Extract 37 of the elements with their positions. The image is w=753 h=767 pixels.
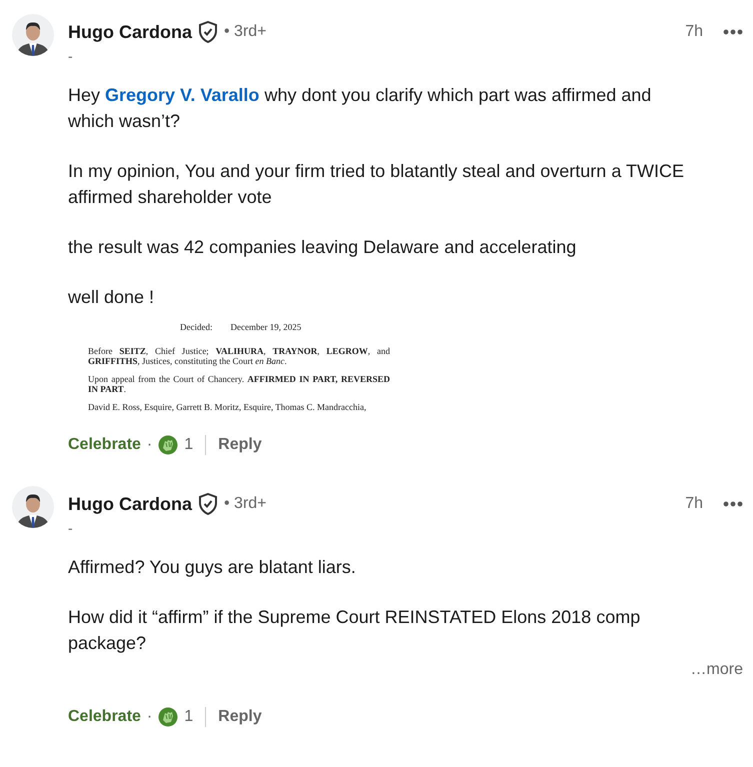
shield-check-icon	[198, 493, 218, 515]
connection-degree: • 3rd+	[224, 494, 267, 514]
timestamp: 7h	[685, 494, 703, 514]
reaction-count: 1	[184, 435, 194, 455]
more-options-icon[interactable]	[723, 29, 743, 35]
more-options-icon[interactable]	[723, 501, 743, 507]
comment-text: In my opinion, You and your firm tried to blatantly steal and overturn a TWICE affirmed shareholder vote	[68, 160, 685, 209]
comment-text: well done !	[68, 286, 156, 309]
celebrate-button[interactable]: Celebrate	[68, 433, 141, 457]
headline: -	[68, 522, 74, 534]
document-text: Upon appeal from the Court of Chancery. AFFIRMED IN PART, REVERSED IN PART.	[88, 374, 390, 394]
comment-text: How did it “affirm” if the Supreme Court REINSTATED Elons 2018 comp package?	[68, 606, 642, 655]
see-more-link[interactable]: …more	[690, 661, 743, 678]
decided-label: Decided:	[180, 322, 212, 332]
avatar[interactable]	[12, 486, 54, 528]
comment-text: Affirmed? You guys are blatant liars.	[68, 556, 357, 579]
headline: -	[68, 50, 74, 62]
celebrate-button[interactable]: Celebrate	[68, 705, 141, 729]
document-text: David E. Ross, Esquire, Garrett B. Moritz, Esquire, Thomas C. Mandracchia,	[88, 402, 368, 412]
reply-button[interactable]: Reply	[218, 705, 262, 729]
author-name[interactable]: Hugo Cardona	[68, 18, 192, 46]
reply-button[interactable]: Reply	[218, 433, 262, 457]
document-text: Before SEITZ, Chief Justice; VALIHURA, TRAYNOR, LEGROW, and GRIFFITHS, Justices, constituting the Court en Banc.	[88, 346, 390, 366]
separator-dot: ·	[146, 435, 152, 455]
celebrate-reaction-icon	[158, 435, 178, 455]
timestamp: 7h	[685, 22, 703, 42]
shield-check-icon	[198, 21, 218, 43]
comment-text: Hey Gregory V. Varallo why dont you clarify which part was affirmed and which wasn’t?	[68, 84, 652, 133]
celebrate-reaction-icon	[158, 707, 178, 727]
author-name[interactable]: Hugo Cardona	[68, 490, 192, 518]
decided-date: December 19, 2025	[230, 322, 302, 332]
avatar[interactable]	[12, 14, 54, 56]
reaction-count: 1	[184, 707, 194, 727]
mention-link[interactable]: Gregory V. Varallo	[105, 85, 260, 105]
connection-degree: • 3rd+	[224, 22, 267, 42]
comment-text: the result was 42 companies leaving Delaware and accelerating	[68, 236, 578, 259]
separator-dot: ·	[146, 707, 152, 727]
